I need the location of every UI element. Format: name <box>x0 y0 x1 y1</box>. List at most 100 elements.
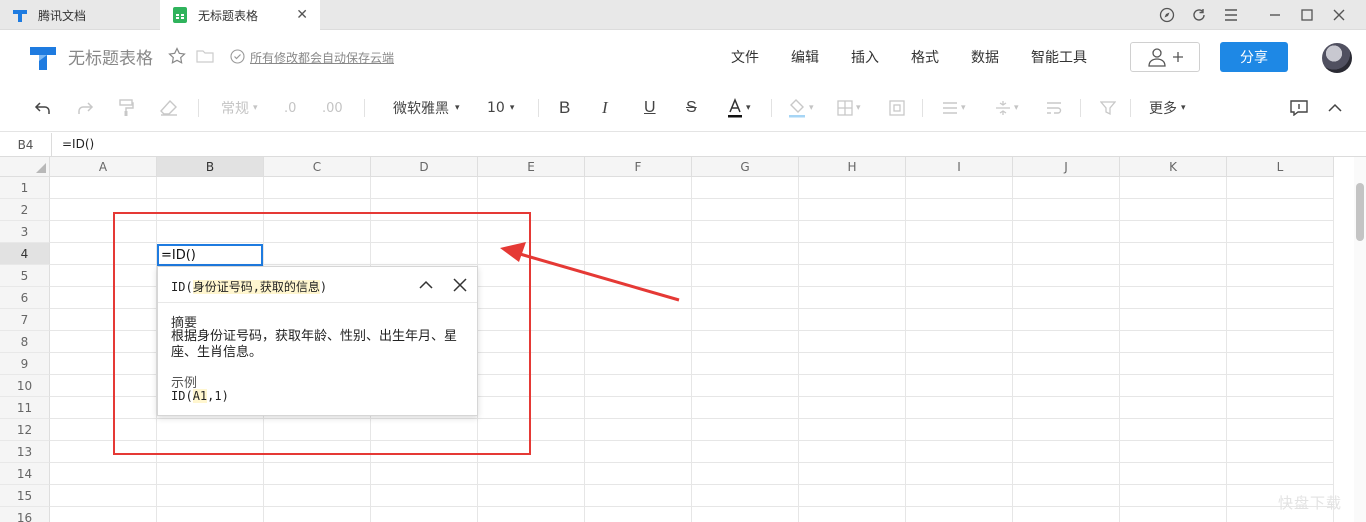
column-header-l[interactable]: L <box>1227 157 1334 177</box>
select-all-corner[interactable] <box>0 157 50 177</box>
toolbar-divider <box>198 99 199 117</box>
grid-row-line <box>50 506 1334 507</box>
toolbar-divider <box>364 99 365 117</box>
close-tab-icon[interactable]: ✕ <box>296 7 308 23</box>
toolbar-divider <box>771 99 772 117</box>
maximize-icon[interactable] <box>1298 6 1316 24</box>
merge-cells-icon[interactable] <box>889 98 905 118</box>
format-painter-icon[interactable] <box>118 98 134 118</box>
column-header-b[interactable]: B <box>157 157 264 177</box>
number-format-label: 常规 <box>221 101 249 117</box>
chevron-down-icon: ▾ <box>809 103 814 113</box>
decrease-decimal-icon[interactable]: .0 <box>284 98 296 118</box>
grid-column-line <box>1119 177 1120 522</box>
vertical-align-icon[interactable]: ▾ <box>995 98 1019 118</box>
row-header-8[interactable]: 8 <box>0 331 50 353</box>
scrollbar-thumb[interactable] <box>1356 183 1364 241</box>
clear-format-icon[interactable] <box>160 98 178 118</box>
font-color-icon[interactable]: ▾ <box>727 98 751 118</box>
row-header-11[interactable]: 11 <box>0 397 50 419</box>
tencent-docs-logo-icon <box>12 7 28 23</box>
borders-icon[interactable]: ▾ <box>837 98 861 118</box>
bold-icon[interactable]: B <box>559 98 570 118</box>
row-header-16[interactable]: 16 <box>0 507 50 522</box>
column-header-d[interactable]: D <box>371 157 478 177</box>
fill-color-icon[interactable]: ▾ <box>788 98 814 118</box>
italic-icon[interactable]: I <box>602 98 608 118</box>
horizontal-align-icon[interactable]: ▾ <box>942 98 966 118</box>
watermark: 快盘下载 <box>1278 494 1343 512</box>
column-header-j[interactable]: J <box>1013 157 1120 177</box>
close-window-icon[interactable] <box>1330 6 1348 24</box>
menu-edit[interactable]: 编辑 <box>791 47 819 67</box>
cell-reference-box[interactable]: B4 <box>0 133 52 157</box>
column-header-e[interactable]: E <box>478 157 585 177</box>
share-button[interactable]: 分享 <box>1220 42 1288 72</box>
row-header-1[interactable]: 1 <box>0 177 50 199</box>
tab-untitled-sheet[interactable]: 无标题表格 ✕ <box>160 0 320 30</box>
menu-smart-tools[interactable]: 智能工具 <box>1031 47 1087 67</box>
grid-column-line <box>584 177 585 522</box>
row-header-5[interactable]: 5 <box>0 265 50 287</box>
row-header-12[interactable]: 12 <box>0 419 50 441</box>
font-family-label: 微软雅黑 <box>393 101 449 117</box>
document-title[interactable]: 无标题表格 <box>68 44 153 69</box>
menu-data[interactable]: 数据 <box>971 47 999 67</box>
tencent-docs-logo-icon[interactable] <box>28 43 58 75</box>
more-dropdown[interactable]: 更多 ▾ <box>1149 98 1186 118</box>
compass-icon[interactable] <box>1158 6 1176 24</box>
chevron-down-icon: ▾ <box>509 103 515 113</box>
row-header-13[interactable]: 13 <box>0 441 50 463</box>
menu-format[interactable]: 格式 <box>911 47 939 67</box>
column-header-g[interactable]: G <box>692 157 799 177</box>
hamburger-menu-icon[interactable] <box>1222 6 1240 24</box>
column-header-k[interactable]: K <box>1120 157 1227 177</box>
grid-column-line <box>1012 177 1013 522</box>
collapse-toolbar-icon[interactable] <box>1327 98 1343 118</box>
column-header-f[interactable]: F <box>585 157 692 177</box>
column-header-h[interactable]: H <box>799 157 906 177</box>
wrap-text-icon[interactable] <box>1046 98 1062 118</box>
row-header-10[interactable]: 10 <box>0 375 50 397</box>
column-header-c[interactable]: C <box>264 157 371 177</box>
undo-icon[interactable] <box>34 98 52 118</box>
font-size-label: 10 <box>487 100 505 116</box>
row-header-4[interactable]: 4 <box>0 243 50 265</box>
annotation-highlight-box <box>113 212 531 455</box>
menu-file[interactable]: 文件 <box>731 47 759 67</box>
filter-icon[interactable] <box>1100 98 1116 118</box>
toolbar-divider <box>538 99 539 117</box>
strikethrough-icon[interactable]: S <box>686 98 697 118</box>
avatar[interactable] <box>1322 43 1352 73</box>
sheet-icon <box>172 7 188 23</box>
autosave-note[interactable]: 所有修改都会自动保存云端 <box>250 49 394 66</box>
increase-decimal-icon[interactable]: .00 <box>322 98 343 118</box>
number-format-dropdown[interactable]: 常规 ▾ <box>221 98 258 118</box>
row-header-14[interactable]: 14 <box>0 463 50 485</box>
redo-icon[interactable] <box>76 98 94 118</box>
toolbar-divider <box>922 99 923 117</box>
row-header-3[interactable]: 3 <box>0 221 50 243</box>
folder-icon[interactable] <box>196 48 214 68</box>
font-family-dropdown[interactable]: 微软雅黑 ▾ <box>393 98 460 118</box>
star-icon[interactable] <box>168 47 186 69</box>
font-size-dropdown[interactable]: 10 ▾ <box>487 98 514 118</box>
menu-insert[interactable]: 插入 <box>851 47 879 67</box>
underline-icon[interactable]: U <box>644 98 656 118</box>
formula-input[interactable]: =ID() <box>62 137 94 151</box>
tab-tencent-docs[interactable]: 腾讯文档 <box>0 0 160 30</box>
column-header-i[interactable]: I <box>906 157 1013 177</box>
column-header-a[interactable]: A <box>50 157 157 177</box>
row-header-9[interactable]: 9 <box>0 353 50 375</box>
chevron-down-icon: ▾ <box>856 103 861 113</box>
row-header-2[interactable]: 2 <box>0 199 50 221</box>
minimize-icon[interactable] <box>1266 6 1284 24</box>
refresh-icon[interactable] <box>1190 6 1208 24</box>
row-header-7[interactable]: 7 <box>0 309 50 331</box>
vertical-scrollbar[interactable] <box>1354 157 1366 522</box>
formatting-toolbar: 常规 ▾ .0 .00 微软雅黑 ▾ 10 ▾ B I U S ▾ ▾ ▾ ▾ … <box>0 84 1366 132</box>
invite-collaborator-button[interactable] <box>1130 42 1200 72</box>
comment-icon[interactable] <box>1290 98 1308 118</box>
row-header-6[interactable]: 6 <box>0 287 50 309</box>
row-header-15[interactable]: 15 <box>0 485 50 507</box>
